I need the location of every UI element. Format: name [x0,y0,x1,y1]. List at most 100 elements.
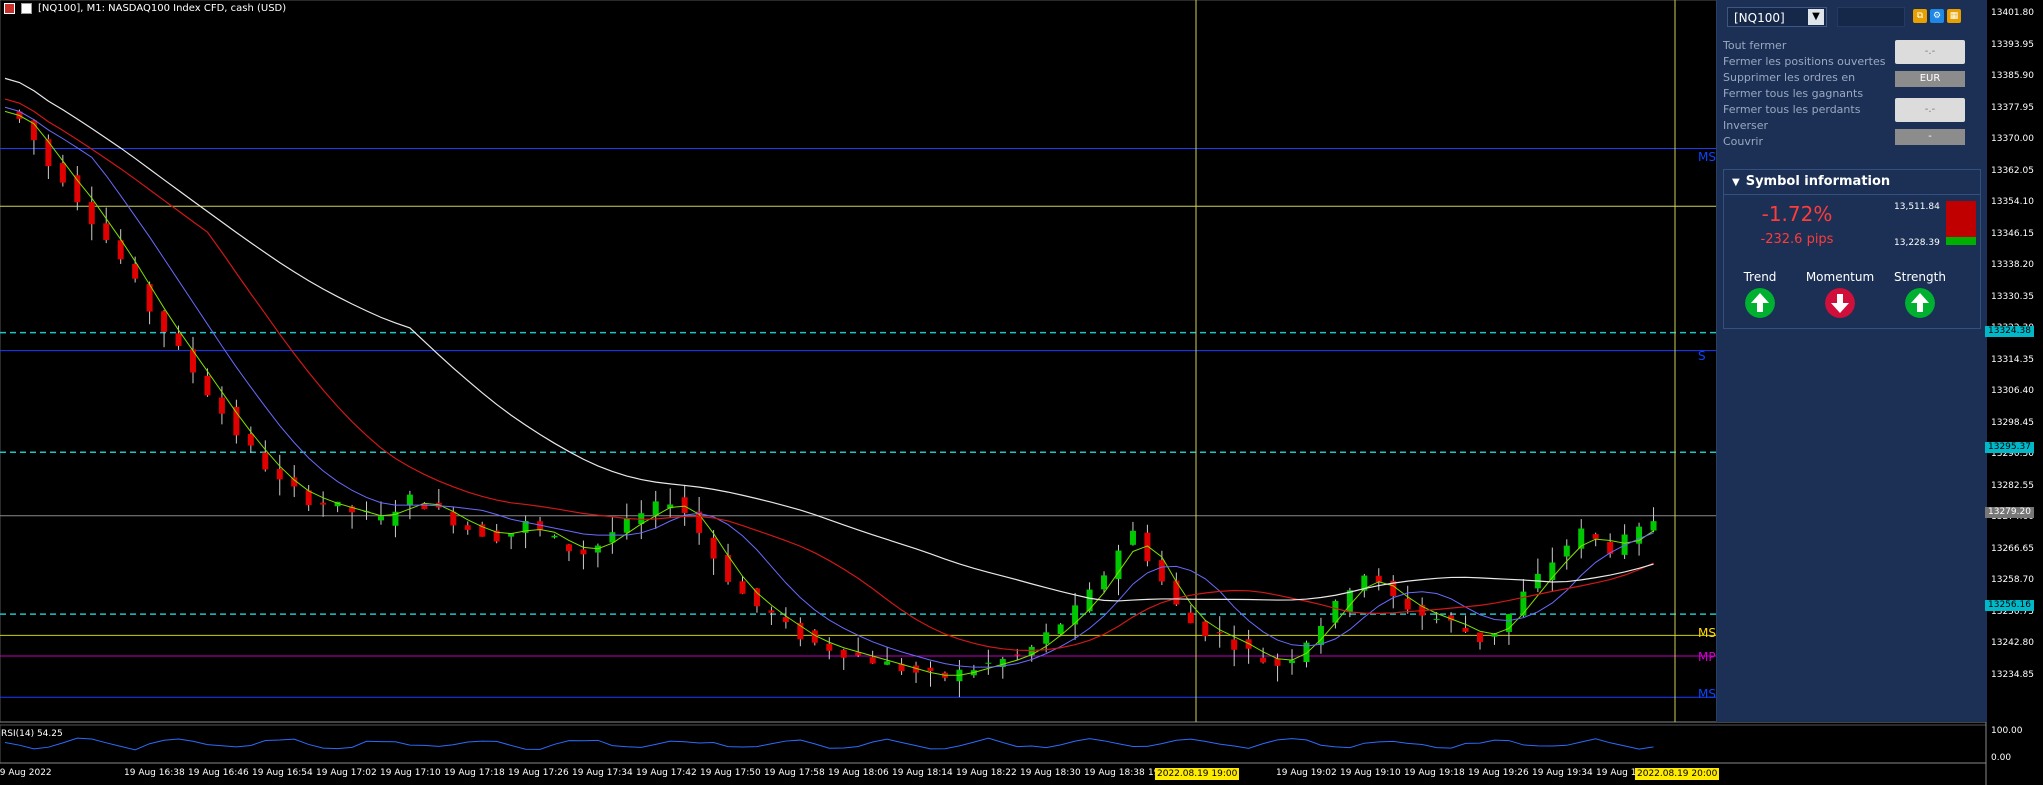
price-tag-3: 13279.20 [1985,507,2034,518]
candle-body [1043,632,1050,644]
mp-label: MP [1698,650,1716,664]
candle-body [218,397,225,414]
candle-body [565,544,572,552]
candle-body [739,581,746,594]
rsi-level-0: 0.00 [1991,753,2012,763]
triangle-down-icon: ▼ [1732,177,1740,188]
candle-body [1086,589,1093,612]
grid-icon[interactable]: ▦ [1947,9,1961,23]
menu-delete-orders[interactable]: Supprimer les ordres en [1723,70,1886,86]
symbol-info-box: ▼ Symbol information -1.72% -232.6 pips 1… [1723,169,1981,329]
time-axis-label: 19 Aug 17:34 [572,768,633,778]
candle-body [884,661,891,665]
candle-body [551,535,558,538]
candle-body [1563,545,1570,557]
strength-label: Strength [1894,270,1946,284]
time-axis-label: 19 Aug 19:34 [1532,768,1593,778]
trading-terminal: [NQ100], M1: NASDAQ100 Index CFD, cash (… [0,0,2043,785]
ma-slow-line [4,98,1654,652]
time-axis-label: 19 Aug 19:18 [1404,768,1465,778]
sell-button[interactable]: -.- [1895,40,1965,64]
candle-body [406,494,413,506]
menu-reverse[interactable]: Inverser [1723,118,1886,134]
candle-body [1520,591,1527,616]
lot-input[interactable] [1837,7,1905,27]
candle-body [276,469,283,480]
candle-body [450,511,457,526]
candle-body [1477,632,1484,643]
chart-title: [NQ100], M1: NASDAQ100 Index CFD, cash (… [38,3,287,14]
time-axis-label: 19 Aug 18:06 [828,768,889,778]
momentum-down-arrow-icon [1825,288,1855,318]
candle-body [1101,575,1108,590]
time-axis-label: 19 Aug 17:42 [636,768,697,778]
time-axis-label: 19 Aug 16:46 [188,768,249,778]
candle-body [1375,575,1382,582]
candle-body [1404,598,1411,610]
menu-close-winners[interactable]: Fermer tous les gagnants [1723,86,1886,102]
candle-body [320,502,327,505]
candle-body [1462,627,1469,632]
candle-body [1216,632,1223,634]
candle-body [1028,646,1035,656]
price-axis-label: 13258.70 [1991,575,2034,585]
copy-icon[interactable]: ⧉ [1913,9,1927,23]
time-axis-label: 19 Aug 16:54 [252,768,313,778]
time-axis-label: 19 Aug 19:02 [1276,768,1337,778]
day-high: 13,511.84 [1894,202,1940,212]
time-axis-label: 19 Aug 17:10 [380,768,441,778]
spread-label: - [1895,129,1965,145]
candle-body [1592,534,1599,539]
price-axis-label: 13314.35 [1991,354,2034,365]
price-axis-label: 13370.00 [1991,134,2034,144]
candle-body [88,202,95,225]
actions-menu: Tout fermer Fermer les positions ouverte… [1723,38,1886,150]
candle-body [1014,654,1021,656]
candle-body [768,610,775,613]
trade-panel: [NQ100] ▼ ⧉ ⚙ ▦ Tout fermer Fermer les p… [1716,0,1987,722]
candle-body [681,497,688,513]
time-axis-label: 19 Aug 18:22 [956,768,1017,778]
time-tag-1900: 2022.08.19 19:00 [1155,768,1240,780]
time-axis-label: 19 Aug 18:14 [892,768,953,778]
buy-button[interactable]: -.- [1895,98,1965,122]
momentum-label: Momentum [1805,270,1875,284]
candle-body [869,657,876,664]
candle-body [985,662,992,664]
candle-body [45,139,52,167]
menu-close-open[interactable]: Fermer les positions ouvertes [1723,54,1886,70]
candle-body [623,518,630,533]
candle-body [1129,530,1136,545]
symbol-info-header[interactable]: ▼ Symbol information [1724,170,1980,195]
candle-body [1187,612,1194,624]
gear-icon[interactable]: ⚙ [1930,9,1944,23]
symbol-select[interactable]: [NQ100] ▼ [1727,7,1827,27]
candle-body [609,532,616,543]
price-tag-4: 13256.16 [1985,600,2034,611]
candle-body [233,406,240,436]
candle-body [1274,658,1281,666]
time-axis-label: 19 Aug 16:38 [124,768,185,778]
ma-long-line [4,77,1654,602]
chevron-down-icon[interactable]: ▼ [1808,9,1824,25]
ma-medium-line [4,106,1654,668]
price-tag-2: 13295.37 [1985,442,2034,453]
rsi-level-100: 100.00 [1991,726,2023,736]
rsi-label: RSI(14) 54.25 [1,729,63,739]
time-axis-label: 19 Aug 19:10 [1340,768,1401,778]
time-axis-label: 19 Aug 17:50 [700,768,761,778]
menu-close-all[interactable]: Tout fermer [1723,38,1886,54]
ma-fast-line [4,110,1654,676]
menu-hedge[interactable]: Couvrir [1723,134,1886,150]
price-tag-1: 13324.38 [1985,326,2034,337]
time-axis-label: 19 Aug 18:30 [1020,768,1081,778]
ms-yellow-label: MS [1698,626,1716,640]
flag-icon [4,3,15,14]
price-axis-label: 13282.55 [1991,480,2034,491]
menu-close-losers[interactable]: Fermer tous les perdants [1723,102,1886,118]
candle-body [59,163,66,183]
candle-body [753,588,760,607]
candle-body [840,649,847,658]
ms-bottom-label: MS [1698,687,1716,701]
symbol-info-title: Symbol information [1745,174,1891,189]
